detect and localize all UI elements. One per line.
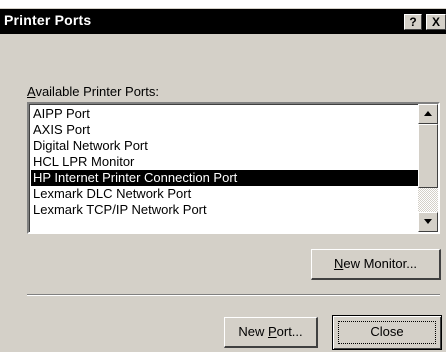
list-item[interactable]: HP Internet Printer Connection Port xyxy=(31,170,418,186)
close-label: Close xyxy=(370,324,404,339)
new-port-mnemonic: P xyxy=(267,324,277,339)
arrow-up-icon xyxy=(424,111,432,116)
list-item[interactable]: Lexmark TCP/IP Network Port xyxy=(31,202,418,218)
list-item[interactable]: AXIS Port xyxy=(31,122,418,138)
new-port-label-pre: New xyxy=(238,324,268,339)
printer-ports-dialog: Printer Ports ? X Available Printer Port… xyxy=(0,8,446,352)
list-item[interactable]: Digital Network Port xyxy=(31,138,418,154)
scroll-down-button[interactable] xyxy=(418,212,438,232)
scroll-up-button[interactable] xyxy=(418,104,438,124)
new-port-label-post: ort... xyxy=(276,324,303,339)
vertical-scrollbar[interactable] xyxy=(418,104,438,232)
close-window-button[interactable]: X xyxy=(426,14,446,30)
arrow-down-icon xyxy=(424,219,432,224)
title-bar[interactable]: Printer Ports ? X xyxy=(0,9,446,34)
list-item[interactable]: AIPP Port xyxy=(31,106,418,122)
list-item[interactable]: HCL LPR Monitor xyxy=(31,154,418,170)
new-monitor-label: ew Monitor... xyxy=(343,256,418,271)
close-button[interactable]: Close xyxy=(332,315,442,350)
help-button[interactable]: ? xyxy=(404,14,422,30)
scroll-track[interactable] xyxy=(418,188,438,212)
window-title: Printer Ports xyxy=(4,12,92,28)
label-text: vailable Printer Ports: xyxy=(35,84,159,99)
scroll-thumb[interactable] xyxy=(418,124,438,188)
divider xyxy=(27,294,440,296)
printer-ports-listbox[interactable]: AIPP Port AXIS Port Digital Network Port HC… xyxy=(27,102,440,234)
new-port-button[interactable]: New Port... xyxy=(224,317,318,348)
port-list: AIPP Port AXIS Port Digital Network Port HC… xyxy=(31,106,418,218)
new-monitor-mnemonic: N xyxy=(333,256,344,271)
list-item[interactable]: Lexmark DLC Network Port xyxy=(31,186,418,202)
new-monitor-button[interactable]: New Monitor... xyxy=(311,249,441,280)
available-ports-label: Available Printer Ports: xyxy=(27,84,159,99)
